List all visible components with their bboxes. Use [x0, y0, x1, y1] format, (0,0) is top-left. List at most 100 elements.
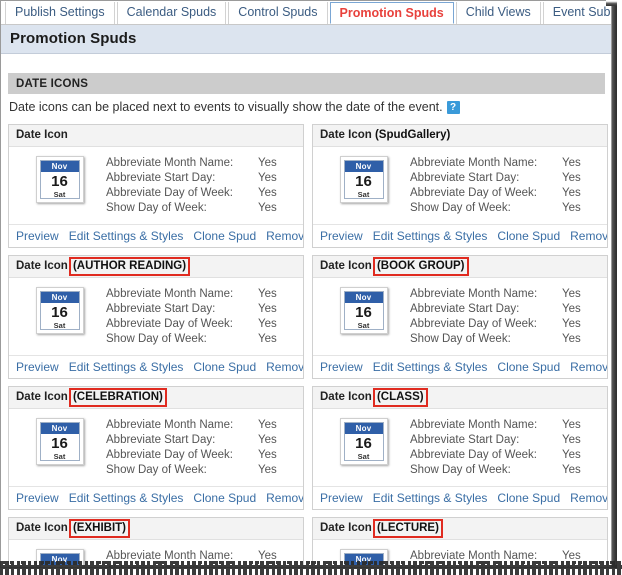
property-row: Abbreviate Month Name: Yes — [106, 156, 297, 171]
section-header-label: DATE ICONS — [16, 78, 89, 90]
property-row: Abbreviate Start Day: Yes — [410, 171, 601, 186]
property-label: Abbreviate Month Name: — [106, 419, 234, 431]
date-icon-weekday: Sat — [53, 321, 66, 330]
tab-control-spuds[interactable]: Control Spuds — [228, 2, 328, 24]
link-clone-spud[interactable]: Clone Spud — [193, 491, 256, 505]
card-header: Date Icon (BOOK GROUP) — [313, 256, 607, 278]
date-icon-preview-cell: Nov16Sat — [313, 156, 410, 216]
link-preview[interactable]: Preview — [320, 360, 363, 374]
date-icon-weekday: Sat — [357, 321, 370, 330]
date-icon-preview-cell: Nov16Sat — [9, 156, 106, 216]
link-remove[interactable]: Remove — [266, 229, 303, 243]
tab-event-submission[interactable]: Event Submission — [542, 2, 611, 24]
link-edit-settings-styles[interactable]: Edit Settings & Styles — [373, 229, 488, 243]
card-row: Date Icon (AUTHOR READING) Nov 16 Sat Abbrev… — [8, 255, 608, 379]
property-label: Abbreviate Month Name: — [106, 288, 234, 300]
property-row: Abbreviate Day of Week: Yes — [106, 317, 297, 332]
link-preview[interactable]: Preview — [320, 229, 363, 243]
card-header: Date Icon (CELEBRATION) — [9, 387, 303, 409]
tab-publish-settings[interactable]: Publish Settings — [5, 2, 115, 24]
property-value: Yes — [258, 333, 277, 345]
link-clone-spud[interactable]: Clone Spud — [497, 360, 560, 374]
date-icon-month: Nov — [344, 423, 383, 434]
date-icon-month: Nov — [40, 423, 79, 434]
card-title-suffix: (SpudGallery) — [374, 129, 451, 141]
link-clone-spud[interactable]: Clone Spud — [497, 229, 560, 243]
link-edit-settings-styles[interactable]: Edit Settings & Styles — [373, 491, 488, 505]
tab-child-views[interactable]: Child Views — [455, 2, 541, 24]
card-action-links: Preview Edit Settings & Styles Clone Spud R… — [9, 224, 303, 247]
tab-promotion-spuds[interactable]: Promotion Spuds — [329, 2, 454, 24]
card-title-base: Date Icon — [320, 522, 372, 534]
date-icon-card-exhibit: Date Icon (EXHIBIT)Nov16SatAbbreviate Mo… — [8, 517, 304, 567]
calendar-date-icon-inner: Nov16Sat — [343, 291, 384, 330]
calendar-date-icon: Nov16Sat — [35, 287, 84, 334]
property-row: Abbreviate Month Name: Yes — [410, 156, 601, 171]
calendar-date-icon-inner: Nov16Sat — [39, 160, 80, 199]
property-value: Yes — [258, 303, 277, 315]
property-label: Abbreviate Start Day: — [106, 303, 216, 315]
calendar-date-icon: Nov16Sat — [339, 287, 388, 334]
link-remove[interactable]: Remove — [570, 491, 607, 505]
link-remove[interactable]: Remove — [570, 360, 607, 374]
card-row: Date Icon (CELEBRATION) Nov 16 Sat Abbreviat… — [8, 386, 608, 510]
property-value: Yes — [258, 318, 277, 330]
property-value: Yes — [258, 464, 277, 476]
property-value: Yes — [562, 333, 581, 345]
date-icon-card-author-reading: Date Icon (AUTHOR READING) Nov 16 Sat Abbrev… — [8, 255, 304, 379]
property-row: Abbreviate Day of Week: Yes — [410, 448, 601, 463]
property-label: Abbreviate Start Day: — [410, 172, 520, 184]
link-clone-spud[interactable]: Clone Spud — [193, 229, 256, 243]
link-preview[interactable]: Preview — [16, 491, 59, 505]
link-clone-spud[interactable]: Clone Spud — [193, 360, 256, 374]
calendar-date-icon-inner: Nov16Sat — [343, 160, 384, 199]
calendar-date-icon-inner: Nov16Sat — [39, 422, 80, 461]
card-header: Date Icon (CLASS) — [313, 387, 607, 409]
property-row: Abbreviate Start Day: Yes — [410, 433, 601, 448]
card-title-suffix-highlighted: (AUTHOR READING) — [68, 257, 191, 276]
link-edit-settings-styles[interactable]: Edit Settings & Styles — [69, 491, 184, 505]
link-preview[interactable]: Preview — [16, 229, 59, 243]
link-remove[interactable]: Remove — [266, 360, 303, 374]
date-icon-properties: Abbreviate Month Name:YesAbbreviate Star… — [410, 418, 607, 478]
property-row: Abbreviate Day of Week: Yes — [410, 186, 601, 201]
property-value: Yes — [562, 157, 581, 169]
property-value: Yes — [562, 172, 581, 184]
date-icon-card-celebration: Date Icon (CELEBRATION) Nov 16 Sat Abbreviat… — [8, 386, 304, 510]
date-icon-preview-cell: Nov16Sat — [9, 287, 106, 347]
date-icon-month: Nov — [344, 161, 383, 172]
property-value: Yes — [258, 202, 277, 214]
card-body: Nov16SatAbbreviate Month Name:YesAbbrevi… — [313, 147, 607, 224]
property-row: Abbreviate Day of Week: Yes — [410, 317, 601, 332]
property-row: Abbreviate Start Day: Yes — [106, 171, 297, 186]
property-row: Abbreviate Start Day: Yes — [106, 433, 297, 448]
property-label: Show Day of Week: — [410, 464, 511, 476]
tab-calendar-spuds[interactable]: Calendar Spuds — [116, 2, 227, 24]
link-edit-settings-styles[interactable]: Edit Settings & Styles — [69, 360, 184, 374]
date-icon-weekday: Sat — [357, 190, 370, 199]
link-preview[interactable]: Preview — [320, 491, 363, 505]
link-remove[interactable]: Remove — [570, 229, 607, 243]
card-header: Date Icon — [9, 125, 303, 147]
date-icon-month: Nov — [40, 161, 79, 172]
property-row: Show Day of Week: Yes — [410, 463, 601, 478]
link-edit-settings-styles[interactable]: Edit Settings & Styles — [373, 360, 488, 374]
property-label: Abbreviate Month Name: — [106, 157, 234, 169]
property-label: Abbreviate Month Name: — [410, 419, 538, 431]
link-edit-settings-styles[interactable]: Edit Settings & Styles — [69, 229, 184, 243]
card-action-links: Preview Edit Settings & Styles Clone Spud R… — [9, 355, 303, 378]
link-clone-spud[interactable]: Clone Spud — [497, 491, 560, 505]
card-title-suffix-highlighted: (EXHIBIT) — [68, 519, 131, 538]
card-body: Nov16SatAbbreviate Month Name:YesAbbrevi… — [313, 409, 607, 486]
card-row: Date Icon (EXHIBIT)Nov16SatAbbreviate Mo… — [8, 517, 608, 567]
card-title-base: Date Icon — [16, 522, 68, 534]
link-preview[interactable]: Preview — [16, 360, 59, 374]
date-icon-properties: Abbreviate Month Name:YesAbbreviate Star… — [410, 156, 607, 216]
date-icon-card-lecture: Date Icon (LECTURE)Nov16SatAbbreviate Mo… — [312, 517, 608, 567]
date-icon-card-spudgallery: Date Icon (SpudGallery) Nov 16 Sat Abbreviat… — [312, 124, 608, 248]
help-question-icon[interactable]: ? — [446, 101, 460, 114]
property-value: Yes — [258, 187, 277, 199]
card-title-base: Date Icon — [320, 129, 372, 141]
link-remove[interactable]: Remove — [266, 491, 303, 505]
date-icon-card-class: Date Icon (CLASS) Nov 16 Sat Abbreviate Mont… — [312, 386, 608, 510]
